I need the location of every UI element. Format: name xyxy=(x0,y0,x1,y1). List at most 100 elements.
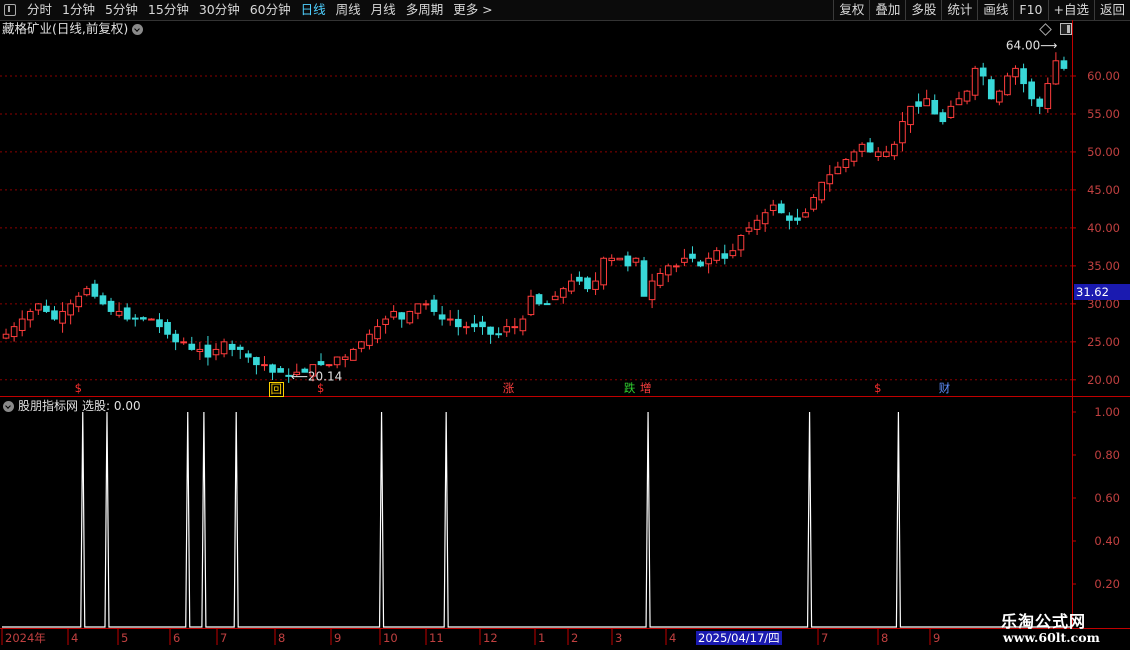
chevron-down-icon[interactable] xyxy=(3,400,14,412)
indicator-tick-label: 0.20 xyxy=(1094,577,1120,591)
candle-body xyxy=(430,299,438,312)
candle-body xyxy=(374,326,381,340)
candle-body xyxy=(551,295,559,301)
candle-body xyxy=(511,326,519,329)
candle-body xyxy=(664,265,672,276)
time-tick-label: 5 xyxy=(121,631,128,645)
event-marker[interactable]: 财 xyxy=(939,382,951,395)
candle-body xyxy=(454,318,462,328)
time-tick-label: 12 xyxy=(483,631,498,645)
candle-body xyxy=(568,280,575,292)
kline-chart[interactable]: 60.0055.0050.0045.0040.0035.0030.0025.00… xyxy=(0,0,1130,650)
candle-body xyxy=(689,253,696,259)
candle-body xyxy=(971,67,979,96)
candle-body xyxy=(236,346,244,350)
candle-body xyxy=(196,348,204,353)
event-marker[interactable]: $ xyxy=(874,382,881,395)
candle-body xyxy=(228,343,236,350)
candle-body xyxy=(438,314,446,320)
candle-body xyxy=(858,143,866,152)
candle-body xyxy=(10,326,18,338)
indicator-signal-line xyxy=(2,411,1072,628)
candle-body xyxy=(220,341,228,355)
event-marker[interactable]: 回 xyxy=(268,382,284,397)
candle-body xyxy=(75,295,83,308)
candle-body xyxy=(672,265,680,268)
candle-body xyxy=(987,79,995,100)
candle-body xyxy=(333,356,341,366)
select-value: 选股: 0.00 xyxy=(82,399,141,413)
price-tick-label: 55.00 xyxy=(1087,107,1120,121)
candle-body xyxy=(955,98,963,106)
candle-body xyxy=(317,361,325,366)
candle-body xyxy=(810,197,817,210)
candle-body xyxy=(43,305,50,312)
candle-body xyxy=(35,303,42,311)
indicator-tick-label: 0.60 xyxy=(1094,491,1120,505)
price-tick-label: 25.00 xyxy=(1087,335,1120,349)
candle-body xyxy=(729,250,737,257)
candle-body xyxy=(156,319,163,328)
candle-body xyxy=(107,300,115,312)
candle-body xyxy=(83,288,91,296)
price-tick-label: 45.00 xyxy=(1087,183,1120,197)
candle-body xyxy=(269,364,276,373)
candle-body xyxy=(866,142,874,153)
cursor-date-badge: 2025/04/17/四 xyxy=(696,631,782,645)
indicator-title[interactable]: 股朋指标网 选股: 0.00 xyxy=(2,398,141,414)
candle-body xyxy=(648,280,656,301)
candle-body xyxy=(358,341,365,349)
event-marker[interactable]: $ xyxy=(317,382,324,395)
candle-body xyxy=(123,307,131,320)
time-tick-label: 3 xyxy=(615,631,622,645)
candle-body xyxy=(414,303,422,314)
candle-body xyxy=(422,303,430,306)
candle-body xyxy=(67,303,74,316)
candle-body xyxy=(1044,83,1052,110)
candle-body xyxy=(559,288,567,298)
candle-body xyxy=(794,217,801,221)
candle-body xyxy=(818,181,826,201)
candle-body xyxy=(406,310,414,324)
candle-body xyxy=(963,90,971,102)
time-tick-label: 2 xyxy=(571,631,578,645)
candle-body xyxy=(882,151,890,157)
candle-body xyxy=(366,333,373,346)
candle-body xyxy=(624,255,632,267)
candle-body xyxy=(244,353,252,358)
time-tick-label: 1 xyxy=(538,631,545,645)
candle-body xyxy=(939,112,947,123)
candle-body xyxy=(2,333,10,339)
event-marker[interactable]: 跌 xyxy=(624,382,636,395)
candle-body xyxy=(616,257,624,261)
time-tick-label: 8 xyxy=(881,631,888,645)
candle-body xyxy=(253,357,260,366)
candle-body xyxy=(705,257,712,265)
event-marker[interactable]: 涨 xyxy=(503,382,515,395)
candle-body xyxy=(640,260,648,297)
candle-body xyxy=(519,318,527,332)
candle-body xyxy=(139,317,147,320)
candle-body xyxy=(1052,60,1060,85)
candle-body xyxy=(899,121,906,144)
candle-body xyxy=(584,277,591,290)
candle-body xyxy=(632,257,640,263)
candle-body xyxy=(1012,67,1019,78)
candle-body xyxy=(91,283,99,297)
candle-body xyxy=(148,318,155,321)
event-marker[interactable]: 增 xyxy=(640,382,652,395)
candle-body xyxy=(543,303,551,306)
candle-body xyxy=(204,344,212,358)
candle-body xyxy=(1028,81,1035,100)
candle-body xyxy=(1020,68,1027,85)
candle-body xyxy=(341,356,349,360)
candle-body xyxy=(59,310,66,324)
candle-body xyxy=(503,326,511,333)
candle-body xyxy=(26,310,34,321)
event-marker[interactable]: $ xyxy=(75,382,82,395)
candle-body xyxy=(681,257,688,263)
candle-body xyxy=(826,174,834,185)
candle-body xyxy=(1036,98,1044,107)
candle-body xyxy=(753,219,761,230)
candle-body xyxy=(931,99,939,115)
